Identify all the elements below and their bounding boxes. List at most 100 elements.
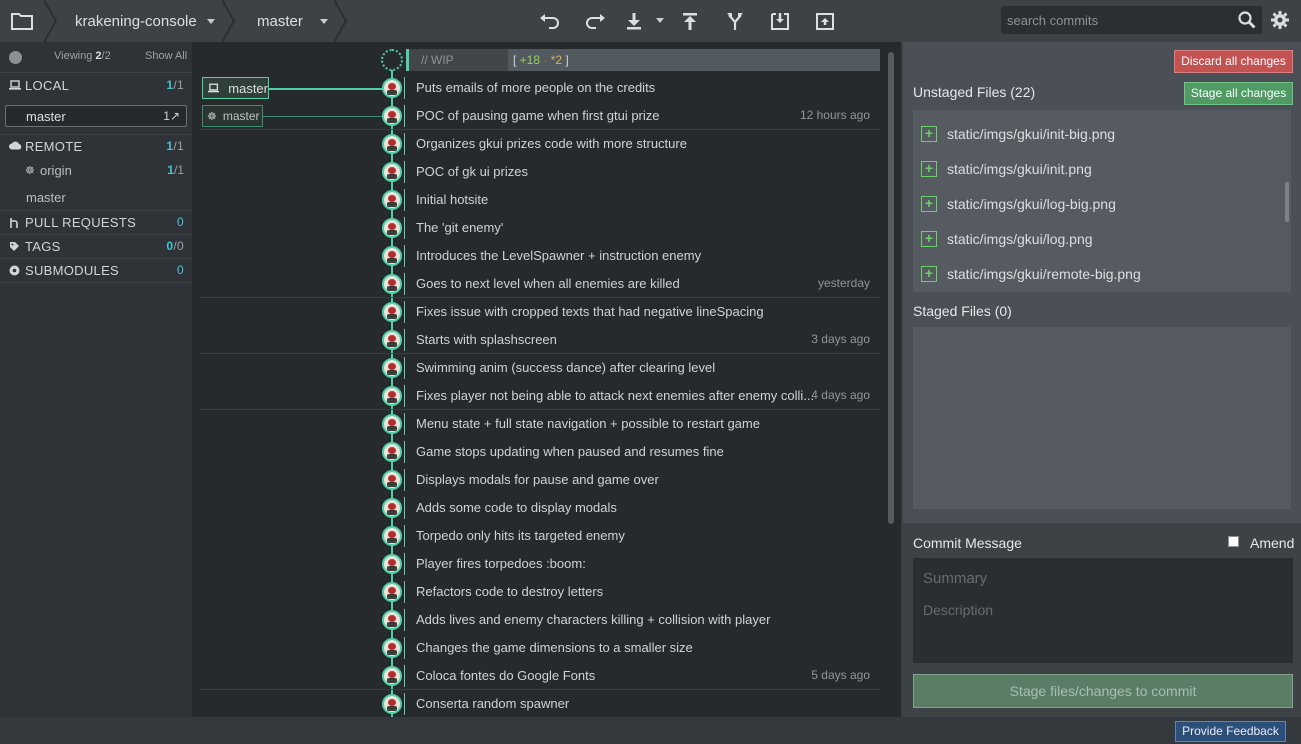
unstaged-file-item[interactable]: + static/imgs/gkui/remote-big.png — [913, 257, 1291, 292]
folder-icon[interactable] — [0, 0, 44, 42]
search-icon[interactable] — [1238, 11, 1256, 29]
commit-row[interactable]: Fixes issue with cropped texts that had … — [192, 298, 901, 326]
commit-message: Swimming anim (success dance) after clea… — [416, 360, 716, 375]
sidebar-header: Viewing 2/2 Show All — [0, 42, 192, 72]
discard-all-button[interactable]: Discard all changes — [1174, 50, 1293, 73]
author-avatar — [382, 218, 402, 238]
chevron-down-icon — [206, 18, 215, 24]
chevron-down-icon[interactable] — [656, 18, 664, 23]
changes-panel: Discard all changes Unstaged Files (22) … — [901, 42, 1301, 717]
wip-row[interactable]: // WIP [ +18 - *2 ] — [406, 49, 880, 71]
author-avatar — [382, 190, 402, 210]
commit-time: yesterday — [817, 276, 870, 290]
commit-area: Commit Message Amend Summary Description… — [903, 523, 1301, 717]
sidebar-section-submodules[interactable]: SUBMODULES 0 — [0, 260, 192, 282]
commit-message: Fixes issue with cropped texts that had … — [416, 304, 764, 319]
commit-time: 12 hours ago — [799, 108, 870, 122]
file-path: static/imgs/gkui/log-big.png — [947, 196, 1116, 212]
commit-graph: // WIP [ +18 - *2 ] master ☸ master Puts… — [192, 42, 901, 717]
wip-node[interactable] — [381, 49, 403, 71]
undo-icon[interactable] — [537, 8, 563, 34]
commit-row[interactable]: POC of gk ui prizes — [192, 158, 901, 186]
viewing-count: Viewing 2/2 — [54, 50, 111, 62]
local-branch-master[interactable]: master 1↗ — [5, 105, 187, 127]
amend-checkbox[interactable] — [1228, 536, 1239, 547]
branch-selector[interactable]: master — [257, 0, 328, 42]
toolbar: krakening-console master — [0, 0, 1301, 42]
commit-row[interactable]: POC of pausing game when first gtui priz… — [192, 102, 901, 130]
show-all-link[interactable]: Show All — [145, 50, 187, 62]
file-added-icon: + — [921, 196, 937, 212]
commit-row[interactable]: Swimming anim (success dance) after clea… — [192, 354, 901, 382]
author-avatar — [382, 610, 402, 630]
sidebar-section-tags[interactable]: TAGS 0/0 — [0, 236, 192, 258]
description-input[interactable]: Description — [923, 602, 993, 618]
file-path: static/imgs/gkui/remote-big.png — [947, 266, 1141, 282]
tags-count: 0/0 — [166, 239, 184, 253]
commit-row[interactable]: The 'git enemy' — [192, 214, 901, 242]
local-count: 1/1 — [166, 78, 184, 92]
summary-input[interactable]: Summary — [923, 570, 987, 587]
sidebar-section-local[interactable]: LOCAL 1/1 — [0, 75, 192, 97]
commit-marker — [404, 609, 405, 631]
remote-origin[interactable]: ☸ origin 1/1 — [0, 160, 192, 182]
cloud-icon — [9, 141, 22, 150]
commit-row[interactable]: Conserta random spawner — [192, 690, 901, 717]
laptop-icon — [9, 80, 21, 90]
commit-marker — [404, 189, 405, 211]
sidebar-section-pull-requests[interactable]: PULL REQUESTS 0 — [0, 212, 192, 234]
author-avatar — [382, 498, 402, 518]
commit-row[interactable]: Organizes gkui prizes code with more str… — [192, 130, 901, 158]
commit-row[interactable]: Introduces the LevelSpawner + instructio… — [192, 242, 901, 270]
commit-marker — [404, 469, 405, 491]
redo-icon[interactable] — [582, 8, 608, 34]
commit-marker — [404, 581, 405, 603]
push-icon[interactable] — [677, 8, 703, 34]
stage-all-button[interactable]: Stage all changes — [1184, 82, 1293, 105]
unstaged-file-item[interactable]: + static/imgs/gkui/init.png — [913, 152, 1291, 187]
commit-row[interactable]: Displays modals for pause and game over — [192, 466, 901, 494]
stage-to-commit-button[interactable]: Stage files/changes to commit — [913, 674, 1293, 708]
commit-marker — [404, 217, 405, 239]
commit-message: Player fires torpedoes :boom: — [416, 556, 586, 571]
commit-row[interactable]: Adds lives and enemy characters killing … — [192, 606, 901, 634]
pull-request-icon — [10, 218, 18, 228]
commit-row[interactable]: Torpedo only hits its targeted enemy — [192, 522, 901, 550]
commit-row[interactable]: Game stops updating when paused and resu… — [192, 438, 901, 466]
collapse-sidebar-icon[interactable] — [9, 51, 22, 64]
amend-toggle[interactable]: Amend — [1228, 535, 1294, 551]
commit-row[interactable]: Player fires torpedoes :boom: — [192, 550, 901, 578]
commit-row[interactable]: Initial hotsite — [192, 186, 901, 214]
left-sidebar: Viewing 2/2 Show All LOCAL 1/1 master 1↗… — [0, 42, 192, 717]
graph-scrollbar[interactable] — [888, 52, 894, 524]
pull-icon[interactable] — [621, 8, 647, 34]
provide-feedback-button[interactable]: Provide Feedback — [1175, 721, 1286, 742]
author-avatar — [382, 330, 402, 350]
commit-row[interactable]: Adds some code to display modals — [192, 494, 901, 522]
file-list-scrollbar[interactable] — [1285, 182, 1289, 222]
gear-icon[interactable] — [1270, 10, 1290, 30]
branch-icon[interactable] — [722, 8, 748, 34]
commit-row[interactable]: Coloca fontes do Google Fonts 5 days ago — [192, 662, 901, 690]
commit-row[interactable]: Fixes player not being able to attack ne… — [192, 382, 901, 410]
commit-time: 4 days ago — [811, 388, 870, 402]
divider — [0, 210, 192, 211]
commit-time: 3 days ago — [811, 332, 870, 346]
unstaged-file-item[interactable]: + static/imgs/gkui/log-big.png — [913, 187, 1291, 222]
remote-branch-master[interactable]: master — [0, 187, 192, 209]
commit-row[interactable]: Goes to next level when all enemies are … — [192, 270, 901, 298]
commit-message: POC of pausing game when first gtui priz… — [416, 108, 660, 123]
repo-selector[interactable]: krakening-console — [75, 0, 215, 42]
pop-icon[interactable] — [812, 8, 838, 34]
commit-message: Fixes player not being able to attack ne… — [416, 388, 815, 403]
unstaged-file-item[interactable]: + static/imgs/gkui/init-big.png — [913, 117, 1291, 152]
search-input[interactable] — [1001, 6, 1231, 34]
commit-row[interactable]: Refactors code to destroy letters — [192, 578, 901, 606]
commit-row[interactable]: Starts with splashscreen 3 days ago — [192, 326, 901, 354]
sidebar-section-remote[interactable]: REMOTE 1/1 — [0, 136, 192, 158]
unstaged-file-item[interactable]: + static/imgs/gkui/log.png — [913, 222, 1291, 257]
commit-row[interactable]: Changes the game dimensions to a smaller… — [192, 634, 901, 662]
stash-icon[interactable] — [767, 8, 793, 34]
commit-row[interactable]: Menu state + full state navigation + pos… — [192, 410, 901, 438]
commit-row[interactable]: Puts emails of more people on the credit… — [192, 74, 901, 102]
